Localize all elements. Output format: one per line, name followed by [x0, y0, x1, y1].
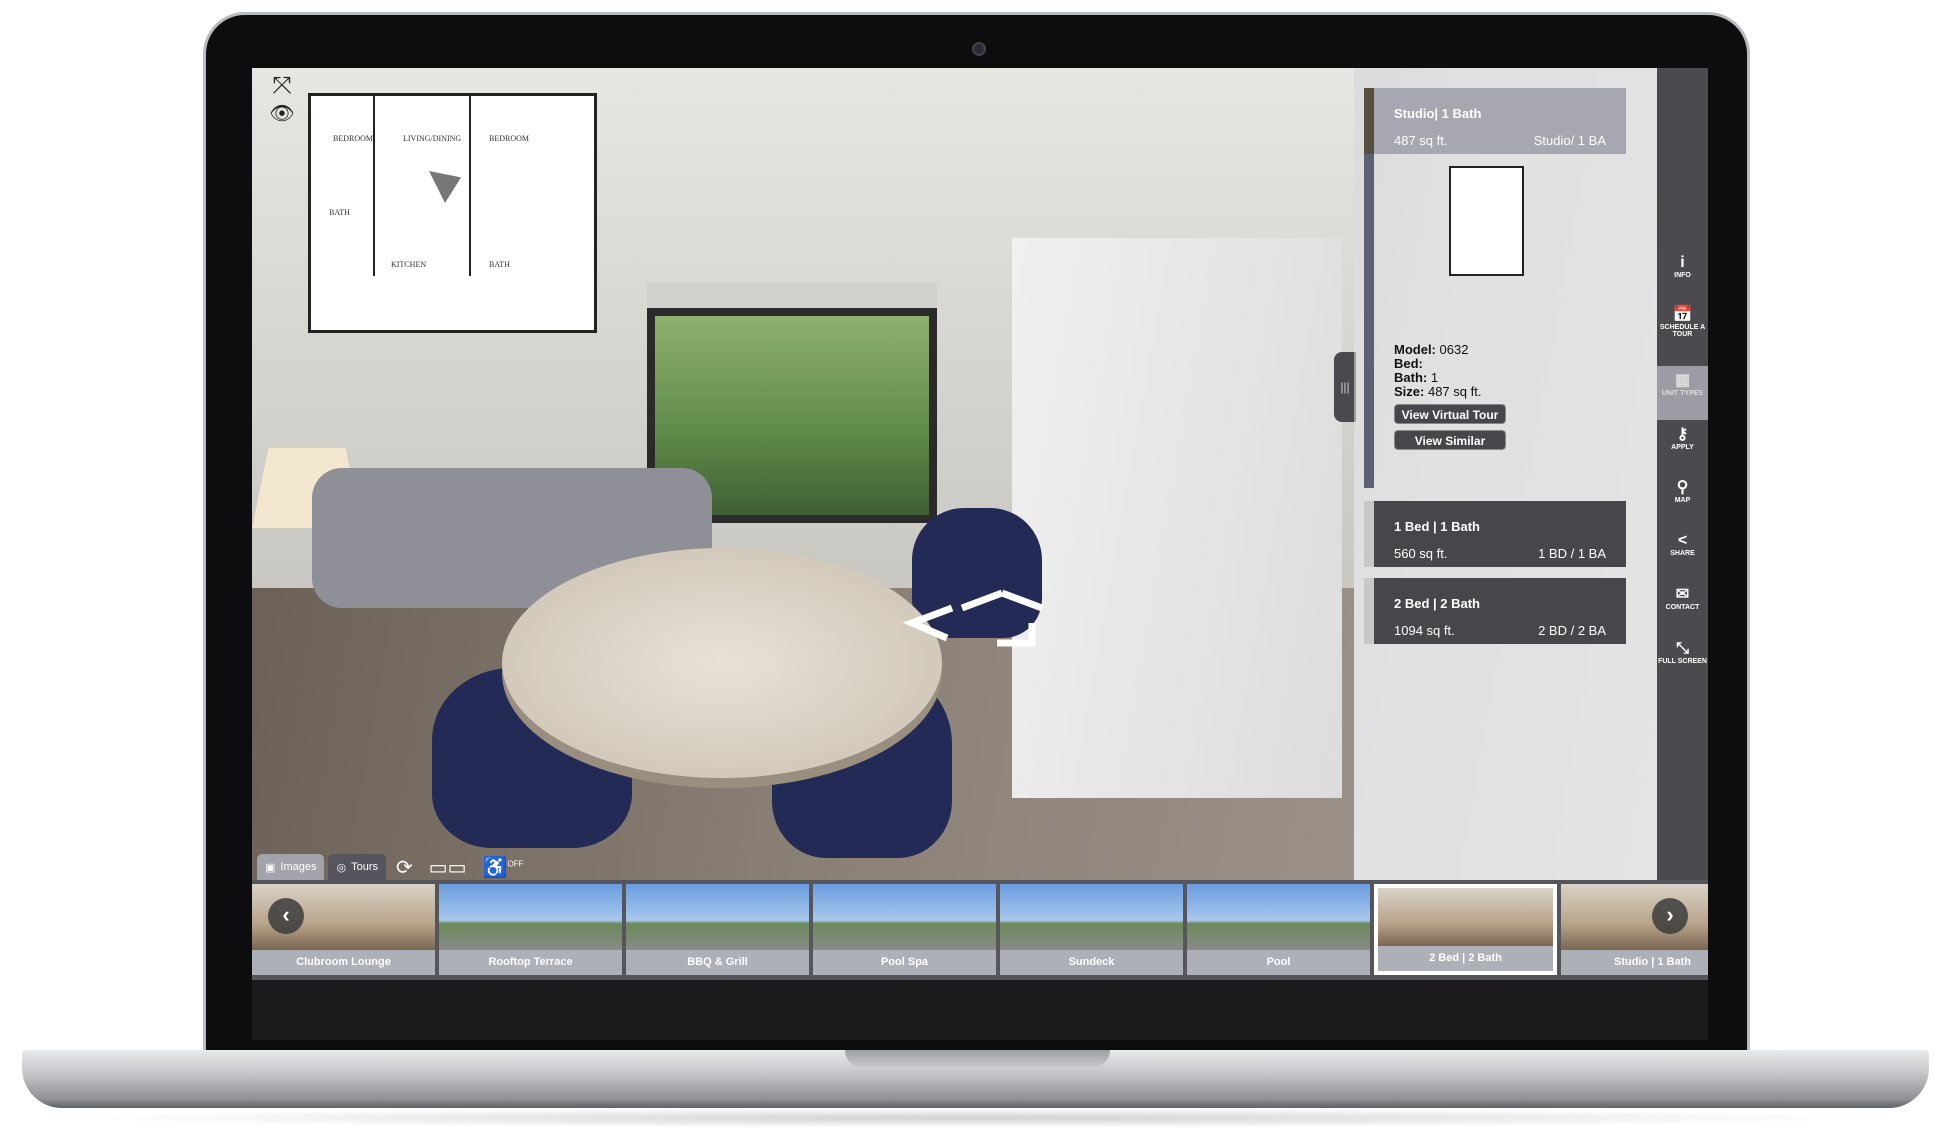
next-arrow-icon[interactable]: › [1652, 898, 1688, 934]
size-spec: Size: 487 sq ft. [1394, 384, 1482, 399]
fp-room: BEDROOM [333, 134, 374, 143]
panel-collapse-handle[interactable]: ||| [1334, 352, 1356, 422]
rotate-360-icon[interactable]: ⟳ [390, 855, 419, 880]
image-icon: ▣ [265, 861, 276, 874]
key-icon: ⚷ [1676, 426, 1689, 443]
minimap-floorplan[interactable]: BEDROOM LIVING/DINING BEDROOM BATH KITCH… [308, 93, 597, 333]
sidebar-menu: i INFO 📅 SCHEDULE A TOUR ▦ UNIT TYPES ⚷ APPL… [1657, 68, 1708, 880]
vr-goggles-icon[interactable]: ▭▭ [423, 855, 473, 880]
bed-spec: Bed: [1394, 356, 1423, 371]
fp-room: BATH [329, 208, 350, 217]
prev-arrow-icon[interactable]: ‹ [268, 898, 304, 934]
thumbnail[interactable]: BBQ & Grill [626, 884, 809, 975]
fullscreen-icon: ⤡ [1676, 640, 1689, 657]
sidebar-item-share[interactable]: < SHARE [1657, 526, 1708, 580]
floorplan-icon: ▦ [1674, 372, 1691, 389]
view-cone [429, 171, 461, 203]
thumbnail-strip: Clubroom Lounge Rooftop Terrace BBQ & Gr… [252, 880, 1708, 980]
hide-eye-icon[interactable]: 👁 [268, 100, 296, 128]
view-virtual-tour-button[interactable]: View Virtual Tour [1394, 404, 1506, 424]
accessibility-toggle[interactable]: ♿OFF [477, 855, 530, 880]
unit-size: 487 sq ft. [1394, 133, 1448, 148]
unit-title: 1 Bed | 1 Bath [1394, 519, 1480, 534]
sidebar-item-schedule-tour[interactable]: 📅 SCHEDULE A TOUR [1657, 300, 1708, 354]
sidebar-item-unit-types[interactable]: ▦ UNIT TYPES [1657, 366, 1708, 420]
calendar-icon: 📅 [1672, 306, 1693, 323]
navigate-arrow-icon[interactable] [892, 588, 1062, 668]
unit-details: Model: 0632 Bed: Bath: 1 Size: 487 sq ft… [1364, 154, 1626, 488]
envelope-icon: ✉ [1675, 586, 1690, 603]
unit-size: 560 sq ft. [1394, 546, 1448, 561]
fp-room: KITCHEN [391, 260, 427, 269]
unit-type: Studio/ 1 BA [1533, 133, 1606, 148]
360-icon: ◎ [336, 861, 347, 874]
virtual-tour-screen: ⤧ 👁 BEDROOM LIVING/DINING BEDROOM BATH K… [252, 68, 1708, 980]
unit-floorplan-thumbnail[interactable] [1449, 166, 1524, 276]
thumbnail[interactable]: Studio | 1 Bath [1561, 884, 1708, 975]
thumbnail[interactable]: Pool Spa [813, 884, 996, 975]
unit-type: 2 BD / 2 BA [1538, 623, 1606, 638]
view-similar-button[interactable]: View Similar [1394, 430, 1506, 450]
unit-types-panel: Studio| 1 Bath 487 sq ft. Studio/ 1 BA Mo… [1354, 68, 1657, 880]
thumbnail[interactable]: Pool [1187, 884, 1370, 975]
fp-room: BATH [489, 260, 510, 269]
media-tabs: ▣ Images ◎ Tours ⟳ ▭▭ ♿OFF [257, 851, 529, 880]
thumbnail[interactable]: Rooftop Terrace [439, 884, 622, 975]
sidebar-item-contact[interactable]: ✉ CONTACT [1657, 580, 1708, 634]
share-icon: < [1677, 532, 1688, 549]
laptop-chin [252, 980, 1708, 1040]
dining-table [502, 548, 942, 778]
fp-room: BEDROOM [489, 134, 530, 143]
bath-spec: Bath: 1 [1394, 370, 1439, 385]
unit-type: 1 BD / 1 BA [1538, 546, 1606, 561]
laptop-shadow [60, 1108, 1880, 1128]
laptop-notch [845, 1050, 1110, 1068]
tab-tours[interactable]: ◎ Tours [328, 854, 386, 880]
thumbnail[interactable]: Sundeck [1000, 884, 1183, 975]
expand-icon[interactable]: ⤧ [268, 72, 296, 100]
sidebar-item-fullscreen[interactable]: ⤡ FULL SCREEN [1657, 634, 1708, 688]
sidebar-item-apply[interactable]: ⚷ APPLY [1657, 420, 1708, 474]
unit-card-2bed[interactable]: 2 Bed | 2 Bath 1094 sq ft. 2 BD / 2 BA [1364, 578, 1626, 644]
thumbnail-selected[interactable]: 2 Bed | 2 Bath [1374, 884, 1557, 975]
info-icon: i [1680, 254, 1685, 271]
fp-room: LIVING/DINING [403, 134, 462, 143]
model-spec: Model: 0632 [1394, 342, 1469, 357]
sidebar-item-info[interactable]: i INFO [1657, 248, 1708, 302]
tab-images[interactable]: ▣ Images [257, 854, 325, 880]
sidebar-item-map[interactable]: ⚲ MAP [1657, 473, 1708, 527]
unit-card-studio[interactable]: Studio| 1 Bath 487 sq ft. Studio/ 1 BA [1364, 88, 1626, 154]
unit-title: 2 Bed | 2 Bath [1394, 596, 1480, 611]
webcam [972, 42, 986, 56]
unit-size: 1094 sq ft. [1394, 623, 1455, 638]
map-pin-icon: ⚲ [1676, 479, 1689, 496]
unit-card-1bed[interactable]: 1 Bed | 1 Bath 560 sq ft. 1 BD / 1 BA [1364, 501, 1626, 567]
door [1012, 238, 1342, 798]
unit-title: Studio| 1 Bath [1394, 106, 1482, 121]
